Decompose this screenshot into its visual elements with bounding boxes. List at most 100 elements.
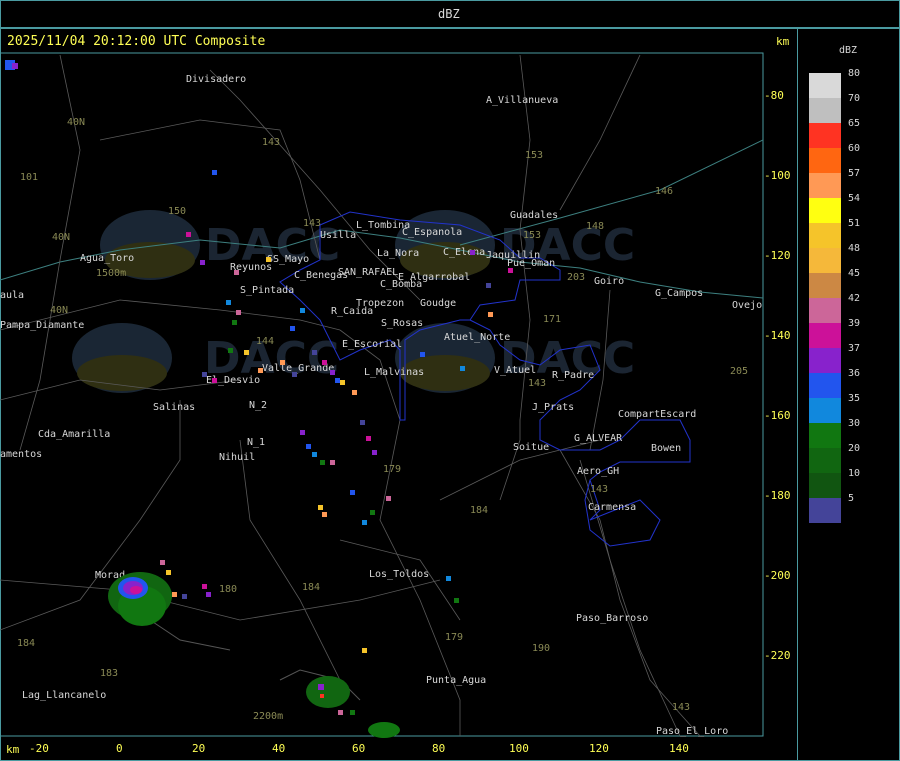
svg-text:2200m: 2200m bbox=[253, 711, 283, 722]
svg-text:Divisadero: Divisadero bbox=[186, 74, 246, 85]
svg-text:J_Prats: J_Prats bbox=[532, 402, 574, 413]
echo-pixel bbox=[232, 320, 237, 325]
plot-border bbox=[0, 52, 764, 737]
svg-text:Ovejo: Ovejo bbox=[732, 300, 762, 311]
svg-text:146: 146 bbox=[655, 186, 673, 197]
echo-pixel bbox=[340, 380, 345, 385]
svg-text:190: 190 bbox=[532, 643, 550, 654]
svg-text:V_Atuel: V_Atuel bbox=[494, 365, 536, 376]
legend-swatch bbox=[809, 398, 841, 423]
legend-swatch bbox=[809, 248, 841, 273]
legend-label: 57 bbox=[848, 168, 861, 179]
svg-text:N_1: N_1 bbox=[247, 437, 265, 448]
svg-text:Paso_Barroso: Paso_Barroso bbox=[576, 613, 648, 624]
legend-label: 36 bbox=[848, 368, 861, 379]
timestamp-label: 2025/11/04 20:12:00 UTC Composite bbox=[7, 34, 266, 49]
legend-label: 39 bbox=[848, 318, 861, 329]
echo-pixel bbox=[234, 270, 239, 275]
legend-swatch bbox=[809, 373, 841, 398]
echo-pixel bbox=[292, 372, 297, 377]
x-tick: 20 bbox=[192, 742, 206, 755]
legend-swatch bbox=[809, 198, 841, 223]
svg-text:SS_Mayo: SS_Mayo bbox=[267, 254, 309, 265]
legend-label: 65 bbox=[848, 118, 861, 129]
legend-swatch bbox=[809, 123, 841, 148]
legend-swatch bbox=[809, 173, 841, 198]
echo-pixel bbox=[186, 232, 191, 237]
echo-pixel bbox=[172, 592, 177, 597]
echo-pixel bbox=[338, 710, 343, 715]
echo-pixel bbox=[182, 594, 187, 599]
svg-text:Lag_Llancanelo: Lag_Llancanelo bbox=[22, 690, 106, 701]
echo-pixel bbox=[280, 360, 285, 365]
echo-pixel bbox=[212, 170, 217, 175]
legend-label: 80 bbox=[848, 68, 861, 79]
svg-text:40N: 40N bbox=[52, 232, 70, 243]
echo-pixel bbox=[488, 312, 493, 317]
y-tick: -220 bbox=[764, 649, 791, 662]
x-tick: -20 bbox=[29, 742, 49, 755]
legend-swatch bbox=[809, 273, 841, 298]
legend-label: 5 bbox=[848, 493, 855, 504]
echo-pixel bbox=[366, 436, 371, 441]
svg-text:Goiro: Goiro bbox=[594, 276, 624, 287]
legend-label: 35 bbox=[848, 393, 861, 404]
echo-pixel bbox=[386, 496, 391, 501]
echo-pixel bbox=[318, 505, 323, 510]
echo-pixel bbox=[160, 560, 165, 565]
echo-pixel bbox=[300, 308, 305, 313]
legend-swatch bbox=[809, 498, 841, 523]
echo-pixel bbox=[312, 350, 317, 355]
echo-pixel bbox=[372, 450, 377, 455]
legend-swatch bbox=[809, 98, 841, 123]
echo-pixel bbox=[312, 452, 317, 457]
svg-text:143: 143 bbox=[303, 218, 321, 229]
svg-text:A_Villanueva: A_Villanueva bbox=[486, 95, 558, 106]
svg-text:Pue_Oman: Pue_Oman bbox=[507, 258, 555, 269]
echo-pixel bbox=[460, 366, 465, 371]
legend-swatch bbox=[809, 423, 841, 448]
x-tick: 80 bbox=[432, 742, 446, 755]
echo-pixel bbox=[330, 370, 335, 375]
svg-text:S_Rosas: S_Rosas bbox=[381, 318, 423, 329]
echo-pixel bbox=[200, 260, 205, 265]
svg-text:La_Nora: La_Nora bbox=[377, 248, 419, 259]
svg-text:143: 143 bbox=[528, 378, 546, 389]
svg-text:amentos: amentos bbox=[0, 449, 42, 460]
echo-pixel bbox=[362, 648, 367, 653]
svg-text:Aero_GH: Aero_GH bbox=[577, 466, 619, 477]
svg-text:Los_Toldos: Los_Toldos bbox=[369, 569, 429, 580]
svg-text:Pampa_Diamante: Pampa_Diamante bbox=[0, 320, 84, 331]
legend-label: 70 bbox=[848, 93, 861, 104]
svg-text:150: 150 bbox=[168, 206, 186, 217]
road-lines bbox=[0, 54, 701, 737]
svg-text:Nihuil: Nihuil bbox=[219, 452, 255, 463]
echo-pixel bbox=[206, 592, 211, 597]
svg-text:C_Bomba: C_Bomba bbox=[380, 279, 422, 290]
echo-pixel bbox=[322, 512, 327, 517]
svg-text:CompartEscard: CompartEscard bbox=[618, 409, 696, 420]
svg-text:101: 101 bbox=[20, 172, 38, 183]
echo-pixel bbox=[236, 310, 241, 315]
legend-label: 60 bbox=[848, 143, 861, 154]
svg-text:180: 180 bbox=[219, 584, 237, 595]
svg-text:Bowen: Bowen bbox=[651, 443, 681, 454]
x-tick: 140 bbox=[669, 742, 689, 755]
echo-pixel bbox=[266, 257, 271, 262]
svg-text:E_Escorial: E_Escorial bbox=[342, 339, 402, 350]
legend-label: 51 bbox=[848, 218, 861, 229]
echo-pixel bbox=[320, 460, 325, 465]
svg-text:Salinas: Salinas bbox=[153, 402, 195, 413]
svg-text:1500m: 1500m bbox=[96, 268, 126, 279]
svg-text:Goudge: Goudge bbox=[420, 298, 456, 309]
radar-map[interactable]: DACC DACC DACC DACC 143153146 148150101 … bbox=[0, 0, 900, 761]
svg-text:171: 171 bbox=[543, 314, 561, 325]
km-label-top: km bbox=[776, 35, 790, 48]
svg-text:184: 184 bbox=[17, 638, 35, 649]
echo-pixel bbox=[300, 430, 305, 435]
y-tick: -200 bbox=[764, 569, 791, 582]
echo-pixel bbox=[446, 576, 451, 581]
svg-text:153: 153 bbox=[525, 150, 543, 161]
y-tick: -100 bbox=[764, 169, 791, 182]
x-tick: 100 bbox=[509, 742, 529, 755]
